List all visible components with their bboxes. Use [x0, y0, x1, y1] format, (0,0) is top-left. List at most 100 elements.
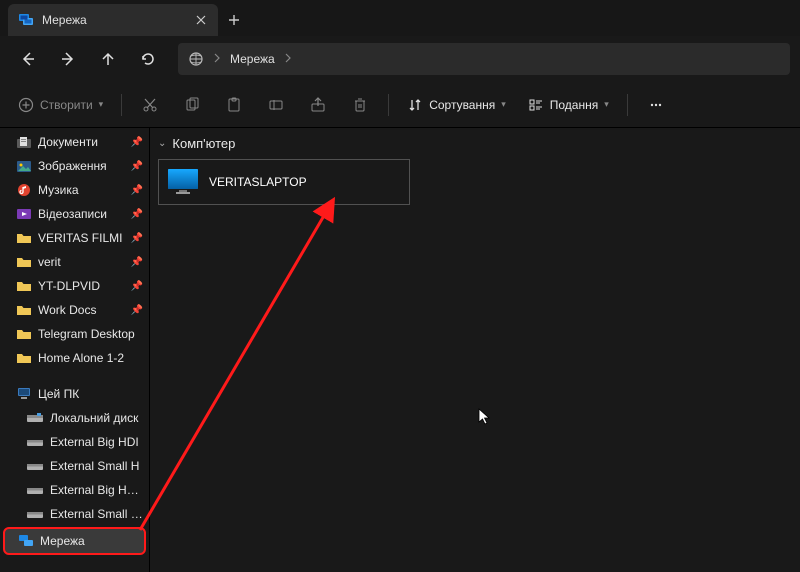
- folder-icon: [16, 255, 32, 269]
- sort-icon: [407, 97, 423, 113]
- view-label: Подання: [550, 98, 598, 112]
- sidebar-item-label: Telegram Desktop: [38, 327, 143, 341]
- delete-button[interactable]: [340, 88, 380, 122]
- videos-icon: [16, 207, 32, 221]
- pin-icon: 📌: [131, 233, 143, 244]
- rename-button[interactable]: [256, 88, 296, 122]
- sidebar-item-folder[interactable]: YT-DLPVID 📌: [0, 274, 149, 298]
- group-label: Комп'ютер: [172, 136, 235, 151]
- chevron-down-icon: ▾: [501, 99, 506, 110]
- back-button[interactable]: [10, 43, 46, 75]
- sort-label: Сортування: [429, 98, 495, 112]
- drive-icon: [26, 412, 44, 424]
- toolbar-separator: [388, 94, 389, 116]
- content-area: ⌄ Комп'ютер VERITASLAPTOP: [150, 128, 800, 572]
- sidebar-item-videos[interactable]: Відеозаписи 📌: [0, 202, 149, 226]
- sidebar-item-label: Work Docs: [38, 303, 125, 317]
- sidebar-item-drive[interactable]: External Big HDI: [0, 430, 149, 454]
- main: Документи 📌 Зображення 📌 Музика 📌 Відеоз…: [0, 128, 800, 572]
- sidebar-item-label: Home Alone 1-2: [38, 351, 143, 365]
- sidebar-item-label: Музика: [38, 183, 125, 197]
- sidebar-item-label: Документи: [38, 135, 125, 149]
- sidebar-item-pictures[interactable]: Зображення 📌: [0, 154, 149, 178]
- sidebar-item-folder[interactable]: Home Alone 1-2: [0, 346, 149, 370]
- network-computer-item[interactable]: VERITASLAPTOP: [158, 159, 410, 205]
- music-icon: [16, 183, 32, 197]
- sidebar-item-label: External Small H: [50, 459, 143, 473]
- up-button[interactable]: [90, 43, 126, 75]
- forward-button[interactable]: [50, 43, 86, 75]
- toolbar: Створити ▾ Сортування ▾ Подання ▾: [0, 82, 800, 128]
- folder-icon: [16, 279, 32, 293]
- sidebar-item-localdisk[interactable]: Локальний диск: [0, 406, 149, 430]
- sidebar-item-label: Локальний диск: [50, 411, 143, 425]
- sidebar-item-folder[interactable]: verit 📌: [0, 250, 149, 274]
- monitor-icon: [167, 168, 199, 196]
- sidebar-item-network[interactable]: Мережа: [3, 527, 146, 555]
- drive-icon: [26, 436, 44, 448]
- sidebar-item-label: External Small HD: [50, 507, 143, 521]
- plus-circle-icon: [18, 97, 34, 113]
- create-label: Створити: [40, 98, 93, 112]
- breadcrumb-network[interactable]: Мережа: [230, 52, 275, 66]
- chevron-right-icon: [285, 53, 291, 66]
- sidebar-item-thispc[interactable]: Цей ПК: [0, 382, 149, 406]
- address-bar[interactable]: Мережа: [178, 43, 790, 75]
- pin-icon: 📌: [131, 209, 143, 220]
- sidebar-item-folder[interactable]: Work Docs 📌: [0, 298, 149, 322]
- sidebar-item-label: Мережа: [40, 534, 141, 548]
- sidebar-item-label: External Big HDI: [50, 435, 143, 449]
- sidebar-item-label: Цей ПК: [38, 387, 143, 401]
- pin-icon: 📌: [131, 281, 143, 292]
- sidebar-item-drive[interactable]: External Big HDD: [0, 478, 149, 502]
- folder-icon: [16, 351, 32, 365]
- navbar: Мережа: [0, 36, 800, 82]
- view-button[interactable]: Подання ▾: [518, 88, 619, 122]
- sidebar-item-music[interactable]: Музика 📌: [0, 178, 149, 202]
- more-button[interactable]: [636, 88, 676, 122]
- sidebar-item-label: Відеозаписи: [38, 207, 125, 221]
- pin-icon: 📌: [131, 185, 143, 196]
- pin-icon: 📌: [131, 257, 143, 268]
- close-tab-button[interactable]: [194, 13, 208, 27]
- titlebar: Мережа: [0, 0, 800, 36]
- active-tab[interactable]: Мережа: [8, 4, 218, 36]
- cut-button[interactable]: [130, 88, 170, 122]
- sidebar-gap: [0, 370, 149, 382]
- network-icon: [18, 533, 34, 549]
- sidebar-item-label: VERITAS FILMI: [38, 231, 125, 245]
- tab-title: Мережа: [42, 13, 186, 27]
- paste-button[interactable]: [214, 88, 254, 122]
- folder-icon: [16, 303, 32, 317]
- copy-button[interactable]: [172, 88, 212, 122]
- new-tab-button[interactable]: [218, 4, 250, 36]
- folder-icon: [16, 231, 32, 245]
- sidebar-item-drive[interactable]: External Small HD: [0, 502, 149, 526]
- pictures-icon: [16, 159, 32, 173]
- chevron-down-icon: ▾: [604, 99, 609, 110]
- chevron-right-icon: [214, 53, 220, 66]
- toolbar-separator: [627, 94, 628, 116]
- drive-icon: [26, 484, 44, 496]
- group-header-computer[interactable]: ⌄ Комп'ютер: [158, 136, 792, 151]
- sidebar-item-folder[interactable]: VERITAS FILMI 📌: [0, 226, 149, 250]
- sidebar-item-label: YT-DLPVID: [38, 279, 125, 293]
- pin-icon: 📌: [131, 137, 143, 148]
- toolbar-separator: [121, 94, 122, 116]
- drive-icon: [26, 460, 44, 472]
- create-button[interactable]: Створити ▾: [8, 88, 113, 122]
- refresh-button[interactable]: [130, 43, 166, 75]
- sidebar-item-documents[interactable]: Документи 📌: [0, 130, 149, 154]
- pin-icon: 📌: [131, 161, 143, 172]
- network-globe-icon: [188, 51, 204, 67]
- documents-icon: [16, 135, 32, 149]
- pin-icon: 📌: [131, 305, 143, 316]
- share-button[interactable]: [298, 88, 338, 122]
- sort-button[interactable]: Сортування ▾: [397, 88, 516, 122]
- sidebar-item-label: verit: [38, 255, 125, 269]
- sidebar-item-folder[interactable]: Telegram Desktop: [0, 322, 149, 346]
- drive-icon: [26, 508, 44, 520]
- network-icon: [18, 12, 34, 28]
- pc-icon: [16, 387, 32, 401]
- sidebar-item-drive[interactable]: External Small H: [0, 454, 149, 478]
